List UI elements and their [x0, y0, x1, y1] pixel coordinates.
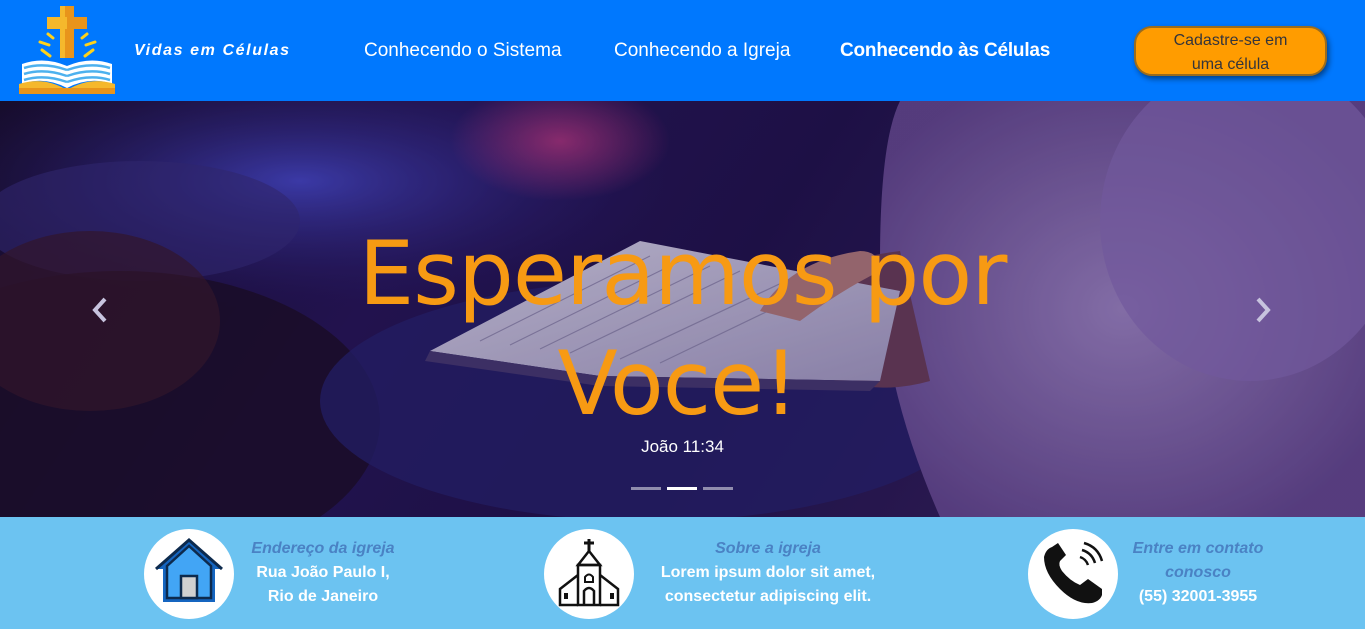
register-cell-button-line1: Cadastre-se em [1173, 32, 1288, 49]
address-heading: Endereço da igreja [251, 540, 395, 557]
info-strip: Endereço da igreja Rua João Paulo I, Rio… [0, 517, 1365, 629]
carousel-indicators [631, 487, 733, 491]
nav-link-celulas[interactable]: Conhecendo às Células [840, 40, 1050, 62]
hero-caption: João 11:34 [641, 437, 724, 456]
carousel-indicator-2[interactable] [667, 487, 697, 490]
contact-phone[interactable]: (55) 32001-3955 [1104, 585, 1292, 609]
about-heading: Sobre a igreja [715, 540, 821, 557]
hero-title: Esperamos por Voce! [0, 219, 1365, 439]
carousel-indicator-3[interactable] [703, 487, 733, 490]
register-cell-button[interactable]: Cadastre-se em uma célula [1134, 26, 1327, 76]
about-line2: consectetur adipiscing elit. [664, 588, 872, 605]
contact-heading-line2: conosco [1165, 564, 1231, 581]
register-cell-button-line2: uma célula [1191, 56, 1270, 73]
house-icon [144, 529, 234, 619]
nav-link-sistema[interactable]: Conhecendo o Sistema [364, 40, 562, 62]
cross-bible-logo-icon[interactable] [18, 4, 116, 96]
nav-link-igreja[interactable]: Conhecendo a Igreja [614, 40, 790, 62]
hero-title-line1: Esperamos por [358, 222, 1008, 325]
brand-name[interactable]: Vidas em Células [134, 42, 291, 60]
top-navbar: Vidas em Células Conhecendo o Sistema Co… [0, 0, 1365, 101]
hero-carousel: Esperamos por Voce! João 11:34 [0, 101, 1365, 517]
address-line2: Rio de Janeiro [267, 588, 379, 605]
about-line1: Lorem ipsum dolor sit amet, [660, 564, 876, 581]
address-line1: Rua João Paulo I, [256, 564, 390, 581]
carousel-next-icon[interactable] [1250, 295, 1274, 325]
church-icon [544, 529, 634, 619]
about-block: Sobre a igreja Lorem ipsum dolor sit ame… [640, 537, 896, 609]
contact-block: Entre em contato conosco (55) 32001-3955 [1104, 537, 1292, 609]
address-block: Endereço da igreja Rua João Paulo I, Rio… [222, 537, 424, 609]
carousel-prev-icon[interactable] [89, 295, 113, 325]
hero-title-line2: Voce! [557, 332, 798, 435]
contact-heading-line1: Entre em contato [1132, 540, 1264, 557]
carousel-indicator-1[interactable] [631, 487, 661, 490]
